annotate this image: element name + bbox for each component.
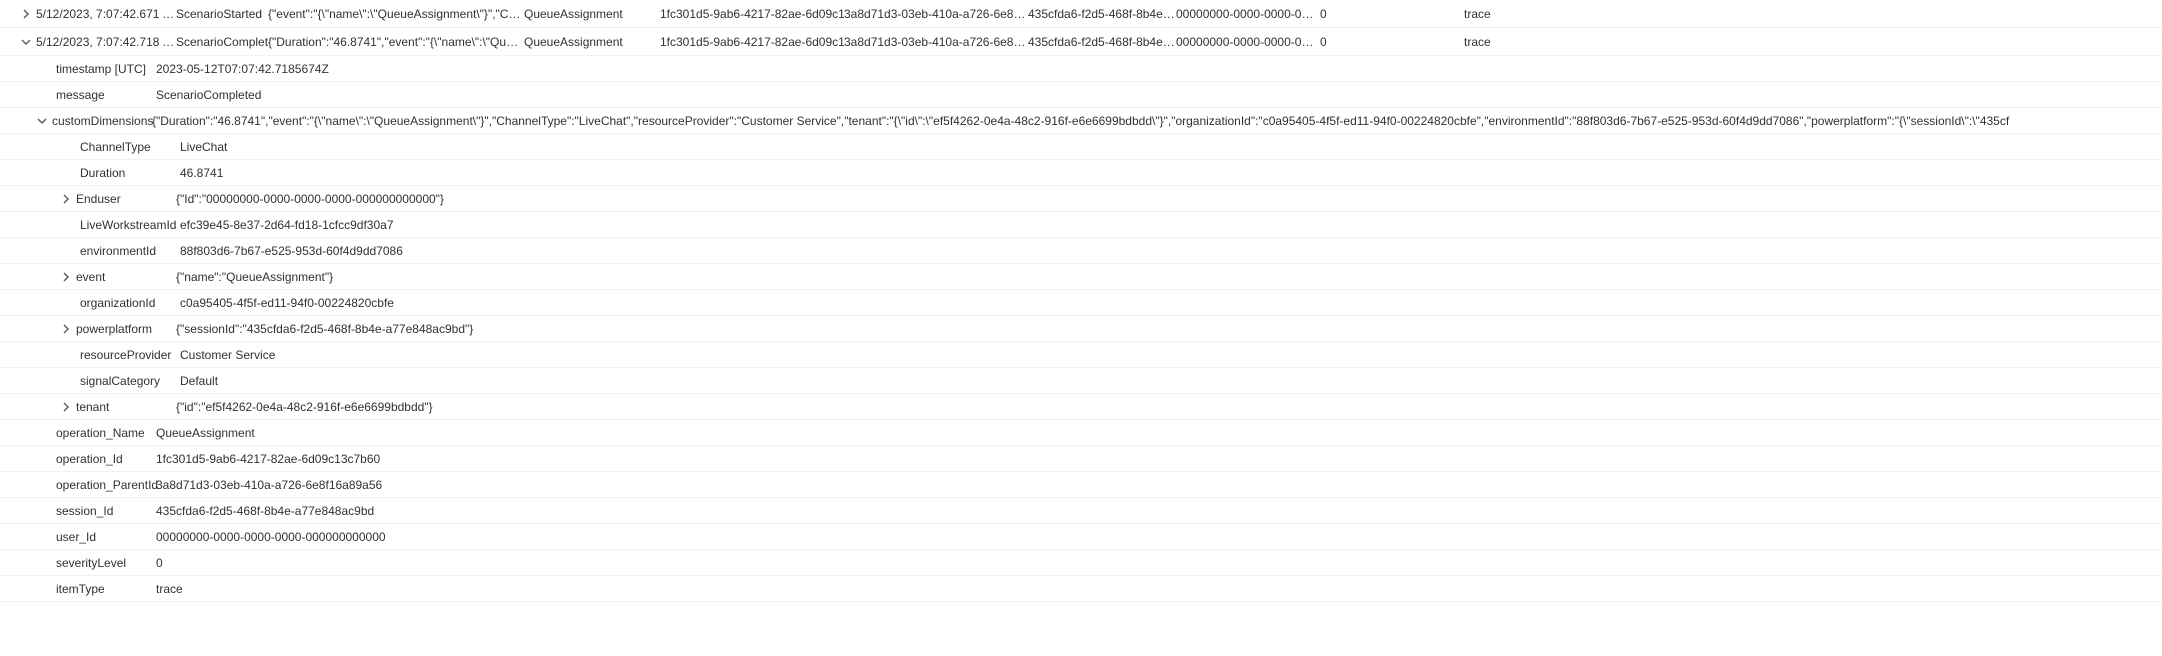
cd-signalcategory: signalCategory Default — [0, 368, 2162, 394]
cell-operation-parentid: 3a8d71d3-03eb-410a-a726-6e8f16a89a56 — [844, 35, 1028, 49]
cd-environmentid: environmentId 88f803d6-7b67-e525-953d-60… — [0, 238, 2162, 264]
detail-value: {"Id":"00000000-0000-0000-0000-000000000… — [176, 192, 2162, 206]
detail-value: Default — [180, 374, 2162, 388]
detail-value: LiveChat — [180, 140, 2162, 154]
detail-value: c0a95405-4f5f-ed11-94f0-00224820cbfe — [180, 296, 2162, 310]
detail-value: QueueAssignment — [156, 426, 2162, 440]
cd-event[interactable]: event {"name":"QueueAssignment"} — [0, 264, 2162, 290]
chevron-down-icon[interactable] — [32, 116, 52, 126]
detail-user-id: user_Id 00000000-0000-0000-0000-00000000… — [0, 524, 2162, 550]
detail-key: severityLevel — [56, 556, 156, 570]
detail-value: {"id":"ef5f4262-0e4a-48c2-916f-e6e6699bd… — [176, 400, 2162, 414]
detail-key: LiveWorkstreamId — [80, 218, 180, 232]
cell-severity: 0 — [1320, 35, 1464, 49]
chevron-right-icon[interactable] — [56, 402, 76, 412]
chevron-right-icon[interactable] — [56, 324, 76, 334]
chevron-right-icon[interactable] — [56, 194, 76, 204]
cell-user-id: 00000000-0000-0000-0000-00... — [1176, 7, 1320, 21]
cd-powerplatform[interactable]: powerplatform {"sessionId":"435cfda6-f2d… — [0, 316, 2162, 342]
detail-value: {"sessionId":"435cfda6-f2d5-468f-8b4e-a7… — [176, 322, 2162, 336]
cell-operation-id: 1fc301d5-9ab6-4217-82ae-6d09c13c7b60 — [660, 7, 844, 21]
chevron-right-icon[interactable] — [56, 272, 76, 282]
detail-value: 46.8741 — [180, 166, 2162, 180]
cell-message: ScenarioStarted — [176, 7, 268, 21]
cd-enduser[interactable]: Enduser {"Id":"00000000-0000-0000-0000-0… — [0, 186, 2162, 212]
detail-key: tenant — [76, 400, 176, 414]
cell-event: {"event":"{\"name\":\"QueueAssignment\"}… — [268, 7, 524, 21]
detail-key: operation_Id — [56, 452, 156, 466]
detail-key: Enduser — [76, 192, 176, 206]
detail-severity-level: severityLevel 0 — [0, 550, 2162, 576]
detail-key: session_Id — [56, 504, 156, 518]
cell-session-id: 435cfda6-f2d5-468f-8b4e-a77... — [1028, 35, 1176, 49]
detail-key: itemType — [56, 582, 156, 596]
detail-key: ChannelType — [80, 140, 180, 154]
detail-value: 88f803d6-7b67-e525-953d-60f4d9dd7086 — [180, 244, 2162, 258]
detail-message: message ScenarioCompleted — [0, 82, 2162, 108]
detail-key: event — [76, 270, 176, 284]
detail-value: 1fc301d5-9ab6-4217-82ae-6d09c13c7b60 — [156, 452, 2162, 466]
cd-organizationid: organizationId c0a95405-4f5f-ed11-94f0-0… — [0, 290, 2162, 316]
detail-value: 2023-05-12T07:07:42.7185674Z — [156, 62, 2162, 76]
detail-operation-id: operation_Id 1fc301d5-9ab6-4217-82ae-6d0… — [0, 446, 2162, 472]
detail-operation-name: operation_Name QueueAssignment — [0, 420, 2162, 446]
detail-key: operation_ParentId — [56, 478, 156, 492]
detail-key: powerplatform — [76, 322, 176, 336]
detail-value: 0 — [156, 556, 2162, 570]
detail-value: trace — [156, 582, 2162, 596]
log-row-1[interactable]: 5/12/2023, 7:07:42.671 AM ScenarioStarte… — [0, 0, 2162, 28]
detail-custom-dimensions[interactable]: customDimensions {"Duration":"46.8741","… — [0, 108, 2162, 134]
detail-key: signalCategory — [80, 374, 180, 388]
cd-resourceprovider: resourceProvider Customer Service — [0, 342, 2162, 368]
cell-operation-id: 1fc301d5-9ab6-4217-82ae-6d09c13c7b60 — [660, 35, 844, 49]
detail-key: customDimensions — [52, 114, 152, 128]
detail-key: user_Id — [56, 530, 156, 544]
cd-channel-type: ChannelType LiveChat — [0, 134, 2162, 160]
detail-key: operation_Name — [56, 426, 156, 440]
cell-severity: 0 — [1320, 7, 1464, 21]
detail-value: 00000000-0000-0000-0000-000000000000 — [156, 530, 2162, 544]
cell-itemtype: trace — [1464, 7, 1584, 21]
detail-key: environmentId — [80, 244, 180, 258]
detail-value: efc39e45-8e37-2d64-fd18-1cfcc9df30a7 — [180, 218, 2162, 232]
chevron-right-icon[interactable] — [16, 9, 36, 19]
detail-key: Duration — [80, 166, 180, 180]
detail-session-id: session_Id 435cfda6-f2d5-468f-8b4e-a77e8… — [0, 498, 2162, 524]
detail-value: 435cfda6-f2d5-468f-8b4e-a77e848ac9bd — [156, 504, 2162, 518]
detail-key: organizationId — [80, 296, 180, 310]
detail-operation-parentid: operation_ParentId 3a8d71d3-03eb-410a-a7… — [0, 472, 2162, 498]
detail-value: Customer Service — [180, 348, 2162, 362]
detail-key: resourceProvider — [80, 348, 180, 362]
detail-item-type: itemType trace — [0, 576, 2162, 602]
cd-tenant[interactable]: tenant {"id":"ef5f4262-0e4a-48c2-916f-e6… — [0, 394, 2162, 420]
cd-liveworkstreamid: LiveWorkstreamId efc39e45-8e37-2d64-fd18… — [0, 212, 2162, 238]
cell-message: ScenarioCompleted — [176, 35, 268, 49]
cell-event: {"Duration":"46.8741","event":"{\"name\"… — [268, 35, 524, 49]
log-row-2[interactable]: 5/12/2023, 7:07:42.718 A... ScenarioComp… — [0, 28, 2162, 56]
cell-timestamp: 5/12/2023, 7:07:42.718 A... — [36, 35, 176, 49]
cell-operation-name: QueueAssignment — [524, 35, 660, 49]
cell-session-id: 435cfda6-f2d5-468f-8b4e-a77... — [1028, 7, 1176, 21]
detail-key: timestamp [UTC] — [56, 62, 156, 76]
chevron-down-icon[interactable] — [16, 37, 36, 47]
detail-key: message — [56, 88, 156, 102]
detail-value: ScenarioCompleted — [156, 88, 2162, 102]
cell-operation-name: QueueAssignment — [524, 7, 660, 21]
cell-user-id: 00000000-0000-0000-0000-00... — [1176, 35, 1320, 49]
cd-duration: Duration 46.8741 — [0, 160, 2162, 186]
cell-itemtype: trace — [1464, 35, 1584, 49]
detail-value: 3a8d71d3-03eb-410a-a726-6e8f16a89a56 — [156, 478, 2162, 492]
detail-value: {"name":"QueueAssignment"} — [176, 270, 2162, 284]
detail-timestamp: timestamp [UTC] 2023-05-12T07:07:42.7185… — [0, 56, 2162, 82]
detail-value: {"Duration":"46.8741","event":"{\"name\"… — [152, 114, 2162, 128]
cell-timestamp: 5/12/2023, 7:07:42.671 AM — [36, 7, 176, 21]
cell-operation-parentid: 3a8d71d3-03eb-410a-a726-6e8f16a89a56 — [844, 7, 1028, 21]
